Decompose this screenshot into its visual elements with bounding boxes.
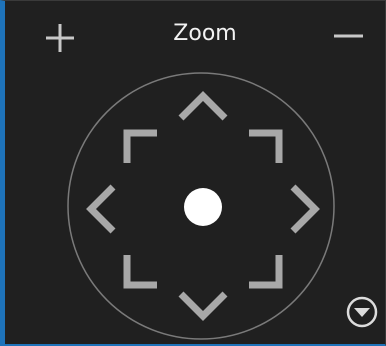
- plus-icon: [46, 24, 74, 52]
- pan-right-button[interactable]: [285, 179, 325, 239]
- chevron-down-icon: [178, 291, 228, 321]
- pan-up-left-button[interactable]: [117, 123, 161, 167]
- minus-icon: [334, 34, 363, 38]
- pan-up-right-button[interactable]: [245, 123, 289, 167]
- pan-up-button[interactable]: [173, 86, 233, 126]
- ptz-control-panel: Zoom: [0, 0, 386, 346]
- center-dot-icon: [184, 188, 222, 226]
- corner-up-right-icon: [249, 129, 283, 163]
- zoom-out-button[interactable]: [331, 21, 367, 57]
- corner-down-left-icon: [123, 255, 157, 289]
- zoom-in-button[interactable]: [43, 21, 79, 57]
- corner-down-right-icon: [249, 255, 283, 289]
- pan-down-right-button[interactable]: [245, 251, 289, 295]
- ptz-center-button[interactable]: [183, 187, 223, 227]
- chevron-right-icon: [290, 184, 320, 234]
- zoom-label: Zoom: [173, 21, 237, 46]
- pan-down-left-button[interactable]: [117, 251, 161, 295]
- corner-up-left-icon: [123, 129, 157, 163]
- expand-options-button[interactable]: [345, 294, 381, 330]
- pan-down-button[interactable]: [173, 286, 233, 326]
- chevron-up-icon: [178, 91, 228, 121]
- chevron-left-icon: [86, 184, 116, 234]
- pan-left-button[interactable]: [81, 179, 121, 239]
- circle-chevron-down-icon: [346, 296, 378, 328]
